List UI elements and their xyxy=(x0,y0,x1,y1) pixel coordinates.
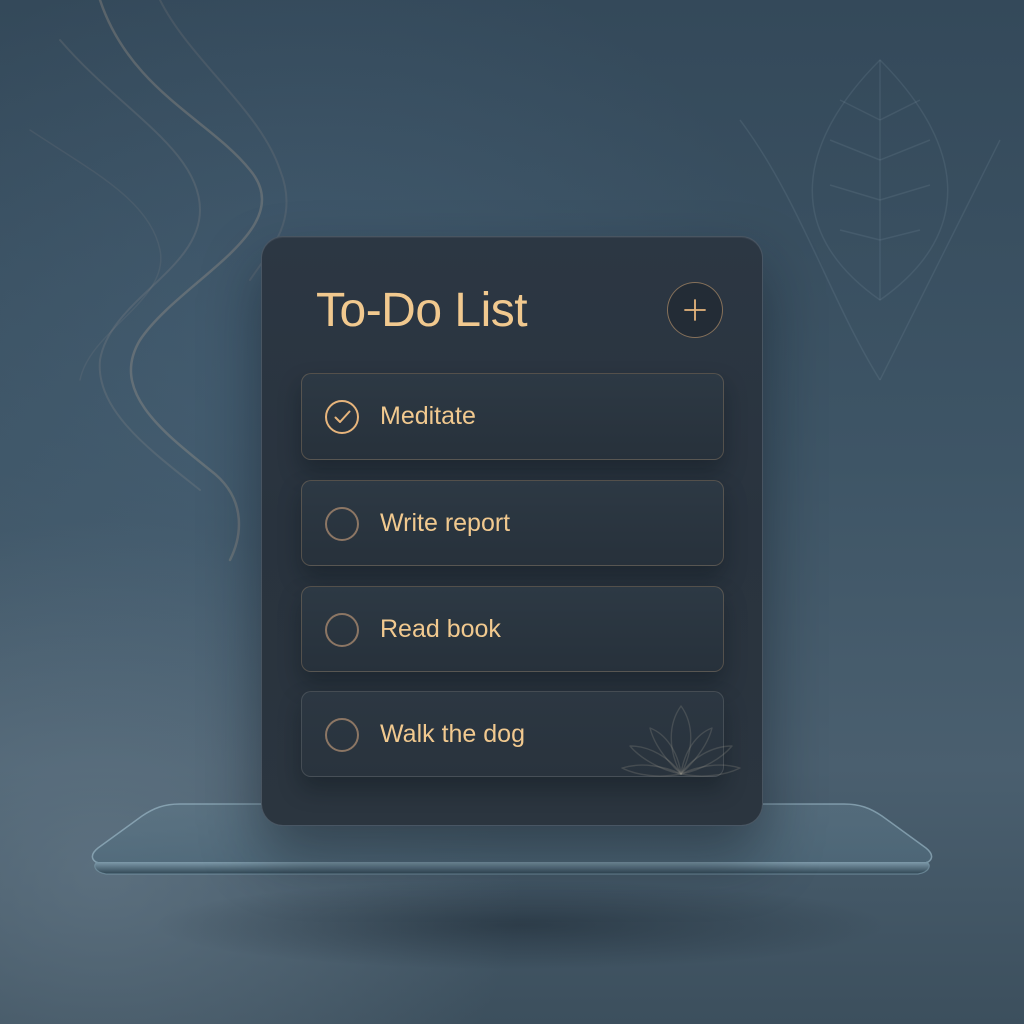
task-item-walk-the-dog[interactable]: Walk the dog xyxy=(301,691,741,777)
task-item-write-report[interactable]: Write report xyxy=(301,480,724,566)
plus-icon xyxy=(684,299,706,321)
task-item-read-book[interactable]: Read book xyxy=(301,586,724,672)
task-label: Read book xyxy=(380,615,501,643)
task-checkbox[interactable] xyxy=(325,613,359,647)
check-icon xyxy=(334,410,351,423)
task-item-meditate[interactable]: Meditate xyxy=(301,373,724,460)
task-label: Meditate xyxy=(380,402,476,430)
task-label: Walk the dog xyxy=(380,720,525,748)
task-checkbox[interactable] xyxy=(325,718,359,752)
lotus-icon xyxy=(621,705,741,777)
task-checkbox[interactable] xyxy=(325,507,359,541)
add-task-button[interactable] xyxy=(667,282,723,338)
page-title: To-Do List xyxy=(316,284,528,337)
todo-card: To-Do List Meditate Write report Read bo… xyxy=(261,236,763,826)
task-label: Write report xyxy=(380,509,511,537)
task-checkbox-checked[interactable] xyxy=(325,400,359,434)
platform-shadow xyxy=(150,880,890,970)
